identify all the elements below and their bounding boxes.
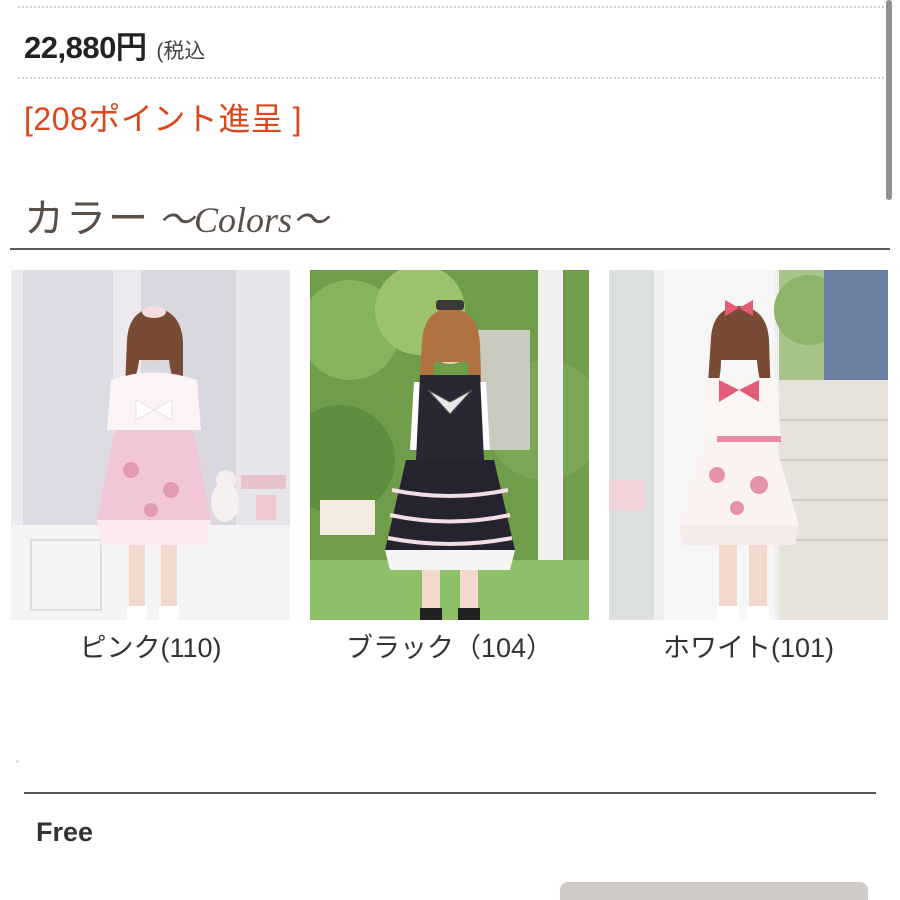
size-divider [24, 792, 876, 794]
white-dress-photo [609, 270, 888, 620]
price-row: 22,880円 (税込 [24, 22, 206, 65]
scrollbar[interactable] [886, 0, 892, 200]
color-label-black: ブラック（104） [345, 633, 554, 663]
color-label-pink: ピンク(110) [79, 633, 222, 663]
black-dress-photo [310, 270, 589, 620]
pink-dress-photo [11, 270, 290, 620]
size-label: Free [36, 817, 94, 847]
top-divider [18, 6, 884, 8]
price: 22,880円 [24, 30, 147, 65]
points-text: [208ポイント進呈 ] [24, 101, 303, 137]
colors-heading-rule [10, 248, 890, 250]
decorative-dot [16, 760, 19, 763]
colors-heading: カラー ～Colors～ [24, 186, 328, 244]
price-divider [18, 77, 884, 79]
tax-note: (税込 [156, 40, 206, 63]
colors-heading-en: ～Colors～ [158, 200, 329, 240]
colors-heading-jp: カラー [24, 196, 150, 242]
color-swatch-white[interactable] [609, 270, 888, 620]
add-to-cart-button[interactable] [560, 882, 868, 900]
color-label-white: ホワイト(101) [662, 633, 835, 663]
color-swatch-pink[interactable] [11, 270, 290, 620]
color-swatch-black[interactable] [310, 270, 589, 620]
